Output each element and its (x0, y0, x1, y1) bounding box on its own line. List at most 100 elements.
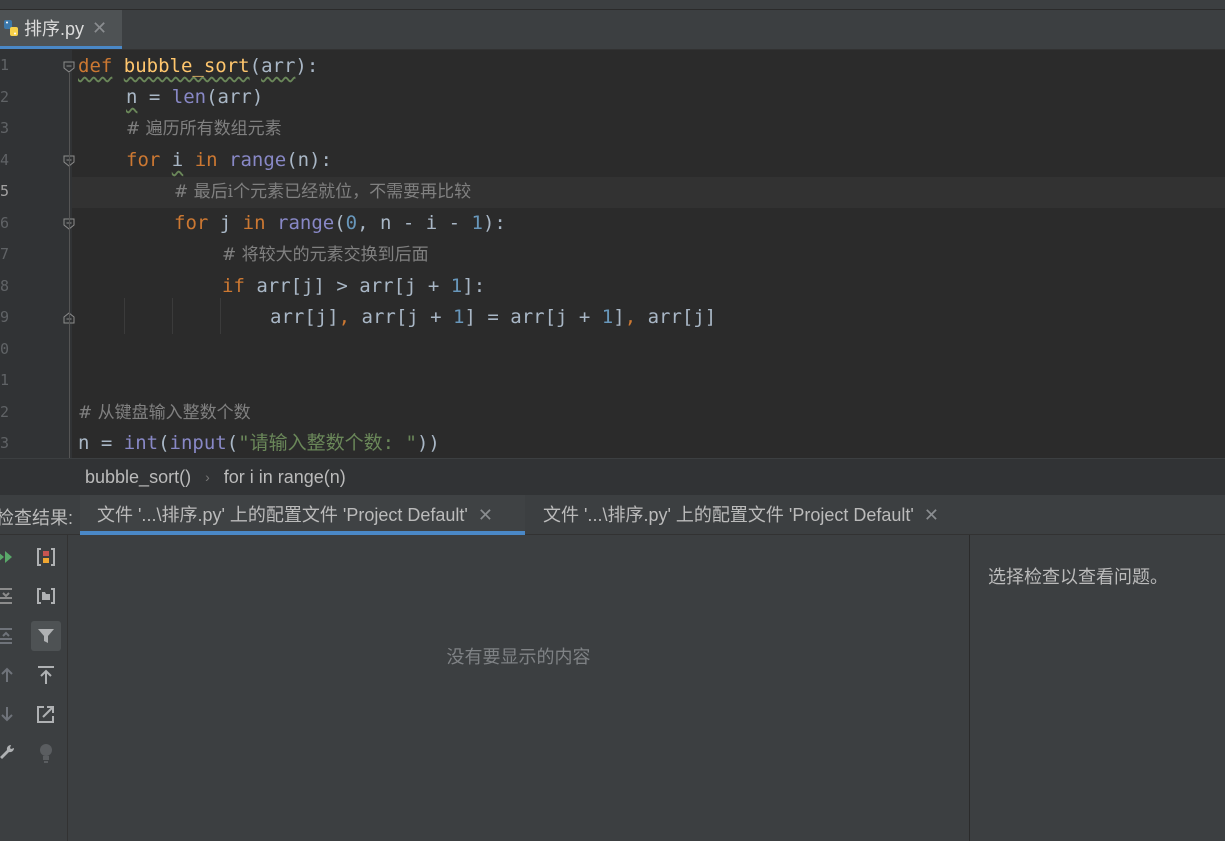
number-token: 1 (601, 306, 614, 328)
line-number: 8 (0, 277, 10, 295)
details-hint-message: 选择检查以查看问题。 (988, 567, 1168, 587)
line-number: 4 (0, 151, 10, 169)
comment-token: # 将较大的元素交换到后面 (222, 245, 429, 265)
breadcrumb-separator-icon: › (205, 469, 210, 485)
code-token: = (137, 86, 172, 108)
code-line-8: if arr[j] > arr[j + 1]: (222, 271, 485, 302)
keyword-token: def (78, 55, 113, 77)
code-line-9: arr[j], arr[j + 1] = arr[j + 1], arr[j] (270, 302, 716, 333)
code-line-6: for j in range(0, n - i - 1): (174, 208, 506, 239)
line-number: 3 (0, 434, 10, 452)
line-number: 0 (0, 340, 10, 358)
problem-details-panel: 选择检查以查看问题。 (969, 535, 1225, 841)
keyword-token: if (222, 275, 245, 297)
editor-tab-bar: 排序.py ✕ (0, 0, 1225, 50)
inspection-results-label: 检查结果: (0, 508, 74, 528)
close-tab-icon[interactable]: ✕ (924, 505, 939, 525)
builtin-token: int (123, 432, 159, 454)
indent-guide (124, 298, 125, 334)
param-token: arr (261, 55, 296, 77)
file-tab-sort-py[interactable]: 排序.py ✕ (0, 10, 122, 49)
number-token: 1 (471, 212, 483, 234)
code-token: arr[j] (636, 306, 717, 328)
code-line-1: def bubble_sort(arr): (78, 51, 318, 82)
keyword-token: in (242, 212, 266, 234)
breadcrumb-item-function[interactable]: bubble_sort() (85, 467, 191, 488)
builtin-token: range (277, 212, 335, 234)
code-token: arr[j] > arr[j + (244, 275, 451, 297)
line-number: 7 (0, 245, 10, 263)
group-icon[interactable] (31, 581, 61, 611)
code-token: ( (334, 212, 346, 234)
keyword-token: in (194, 149, 218, 171)
close-tab-icon[interactable]: ✕ (478, 505, 493, 525)
builtin-token: range (229, 149, 287, 171)
python-file-icon (2, 19, 20, 37)
code-token: ( (226, 432, 239, 454)
export-icon[interactable] (31, 542, 61, 572)
code-token: (n): (286, 149, 332, 171)
empty-state-message: 没有要显示的内容 (446, 647, 591, 667)
lightbulb-icon[interactable] (31, 738, 61, 768)
code-token: , (338, 306, 351, 328)
code-editor[interactable]: 1 2 3 4 5 6 7 8 9 0 1 2 3 def bubble_sor… (0, 50, 1225, 458)
code-token: ]: (462, 275, 486, 297)
settings-wrench-icon[interactable] (0, 738, 22, 768)
line-number-current: 5 (0, 182, 10, 200)
line-number: 1 (0, 371, 10, 389)
code-token: ): (295, 55, 319, 77)
comment-token: # 从键盘输入整数个数 (78, 403, 251, 423)
previous-icon[interactable] (0, 660, 22, 690)
code-token: , (624, 306, 637, 328)
code-token: n = (78, 432, 124, 454)
code-token: , n - i - (357, 212, 472, 234)
file-tab-label: 排序.py (24, 19, 85, 39)
line-number: 2 (0, 88, 10, 106)
number-token: 0 (345, 212, 358, 234)
inspection-toolbar (0, 535, 68, 841)
close-tab-icon[interactable]: ✕ (92, 18, 107, 39)
builtin-token: len (171, 86, 207, 108)
breadcrumb-item-loop[interactable]: for i in range(n) (224, 467, 346, 488)
fold-marker-icon[interactable] (63, 61, 75, 73)
line-number: 2 (0, 403, 10, 421)
open-external-icon[interactable] (31, 699, 61, 729)
indent-guide (172, 298, 173, 334)
tab-inspection-result-2[interactable]: 文件 '...\排序.py' 上的配置文件 'Project Default' ✕ (543, 495, 939, 535)
collapse-all-icon[interactable] (0, 621, 22, 651)
string-token: "请输入整数个数: " (238, 432, 417, 454)
next-icon[interactable] (0, 699, 22, 729)
title-strip (0, 0, 1225, 10)
indent-guide (220, 298, 221, 334)
code-token: ] (613, 306, 625, 328)
code-token: ): (482, 212, 506, 234)
rerun-icon[interactable] (0, 542, 22, 572)
filter-icon[interactable] (31, 621, 61, 651)
comment-token: # 遍历所有数组元素 (126, 119, 282, 139)
code-token: )) (416, 432, 440, 454)
line-number: 1 (0, 56, 10, 74)
tab-label: 文件 '...\排序.py' 上的配置文件 'Project Default' (543, 505, 914, 525)
inspection-tree-panel[interactable]: 没有要显示的内容 (68, 535, 969, 841)
code-token: arr[j + (350, 306, 454, 328)
code-line-7: # 将较大的元素交换到后面 (222, 239, 429, 270)
code-token: (arr) (206, 86, 264, 108)
code-token: j (208, 212, 243, 234)
tab-label: 文件 '...\排序.py' 上的配置文件 'Project Default' (97, 505, 468, 525)
code-line-2: n = len(arr) (126, 82, 263, 113)
autoscroll-icon[interactable] (31, 660, 61, 690)
code-line-4: for i in range(n): (126, 145, 332, 176)
line-number-gutter: 1 2 3 4 5 6 7 8 9 0 1 2 3 (0, 50, 75, 458)
tab-inspection-result-1[interactable]: 文件 '...\排序.py' 上的配置文件 'Project Default' ✕ (80, 495, 525, 535)
code-token: ] = arr[j + (464, 306, 602, 328)
line-number: 3 (0, 119, 10, 137)
code-token: ( (158, 432, 170, 454)
comment-token: # 最后i个元素已经就位，不需要再比较 (174, 182, 472, 202)
keyword-token: for (126, 149, 161, 171)
fold-line (69, 73, 70, 458)
breadcrumb: bubble_sort() › for i in range(n) (0, 458, 1225, 495)
code-line-12: # 从键盘输入整数个数 (78, 397, 251, 428)
variable-token: i (171, 149, 184, 171)
number-token: 1 (450, 275, 463, 297)
expand-all-icon[interactable] (0, 581, 22, 611)
